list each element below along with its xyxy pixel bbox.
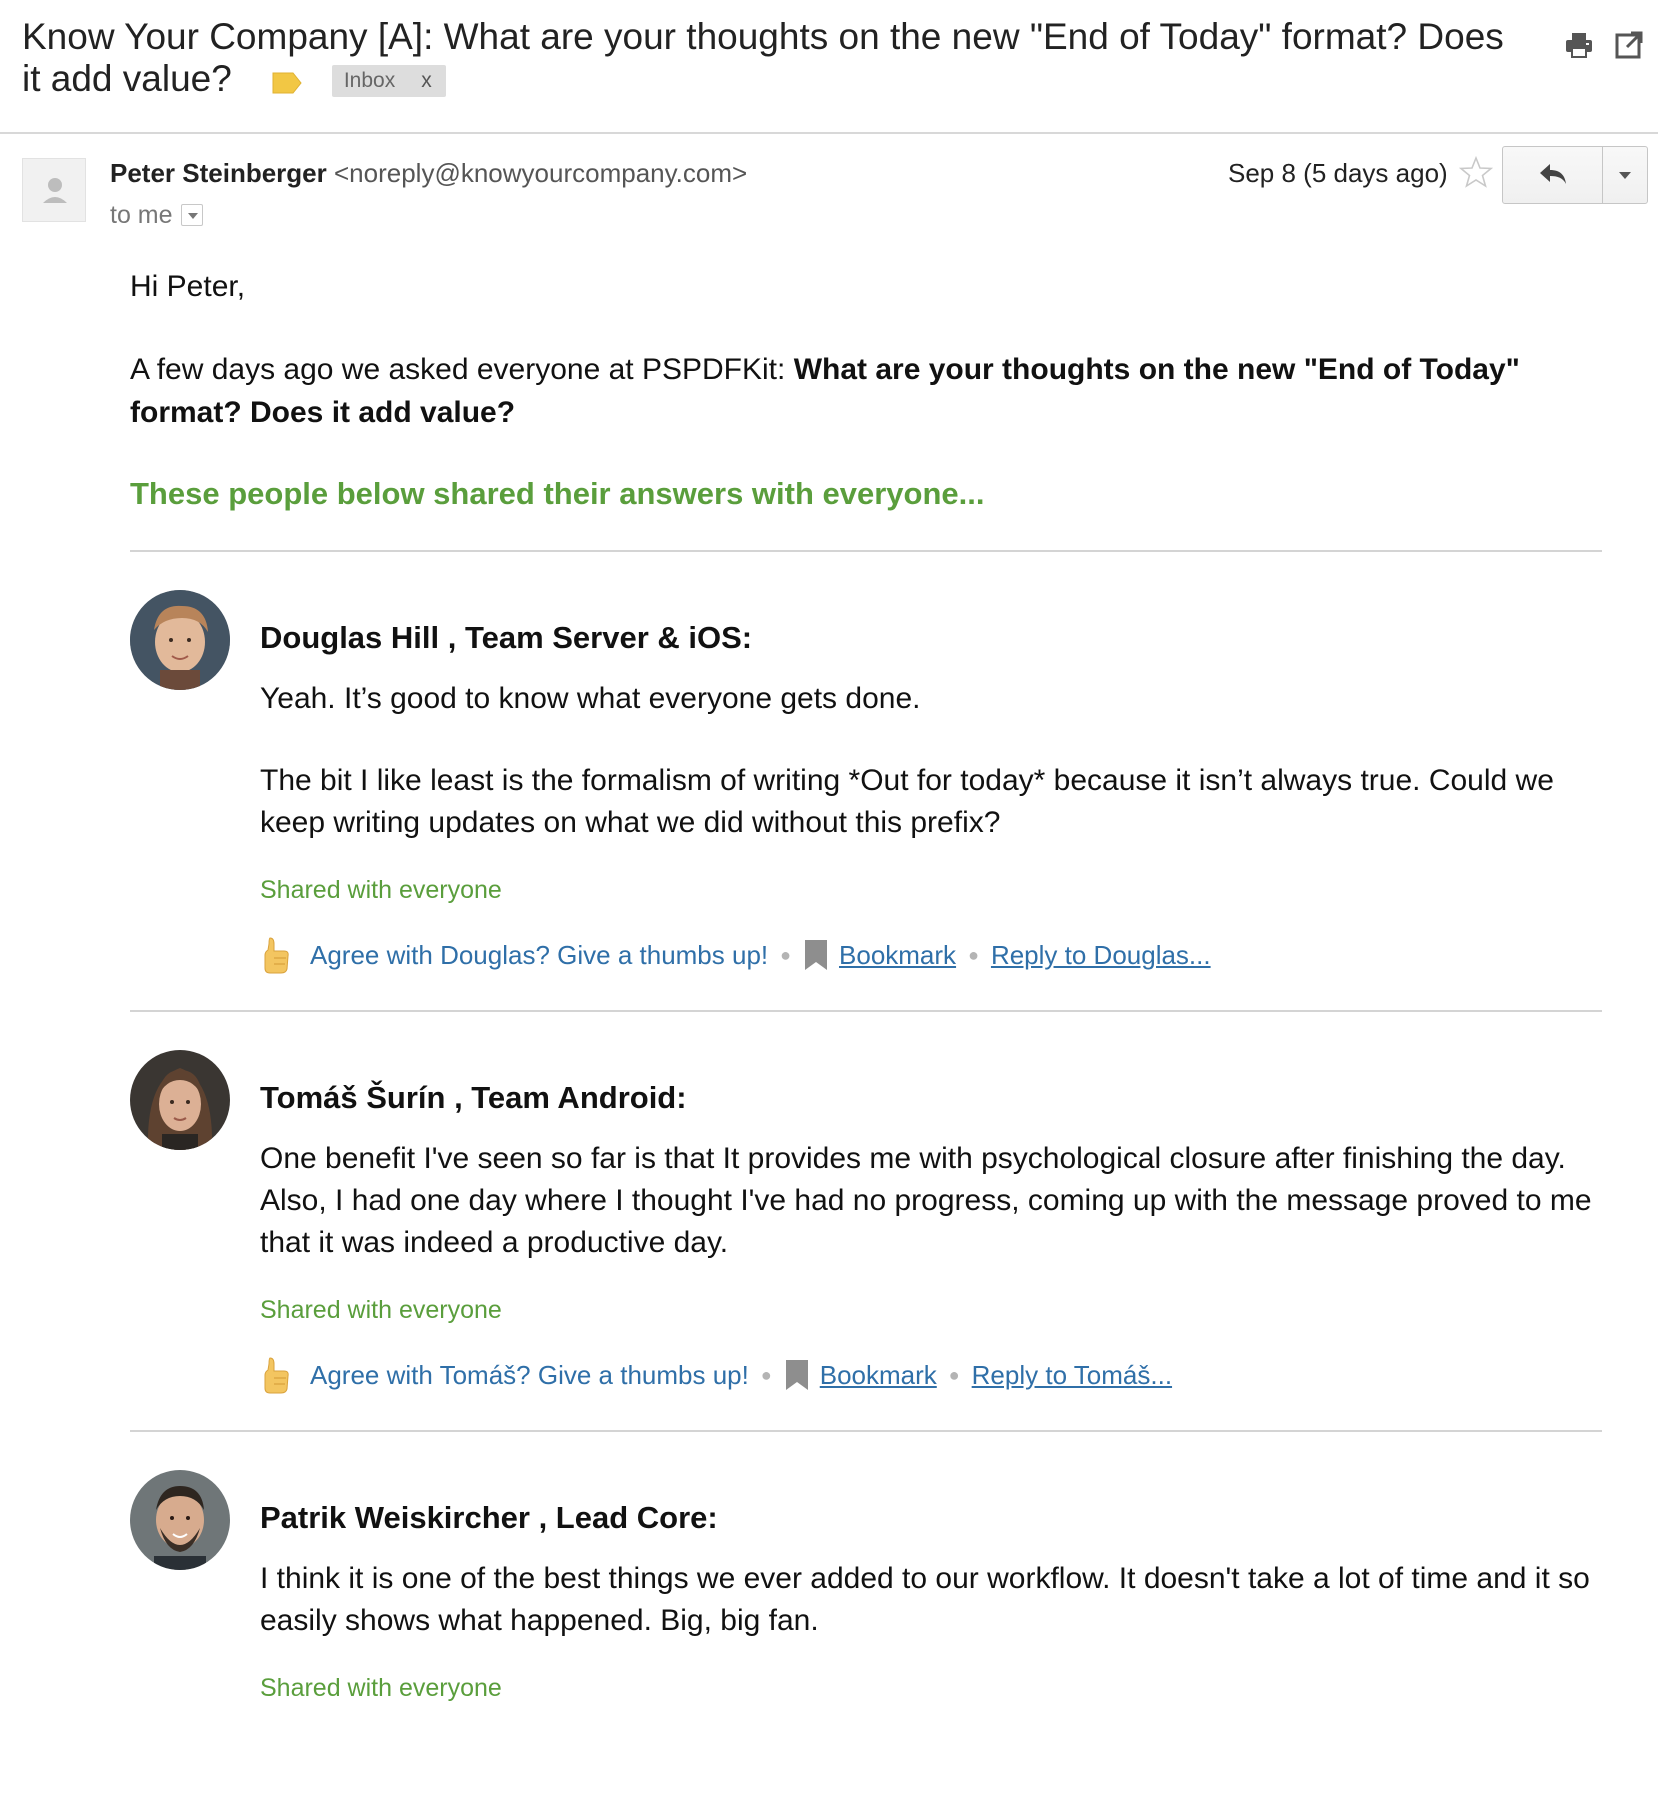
thumbs-up-link[interactable]: Agree with Douglas? Give a thumbs up! [310, 938, 768, 972]
bookmark-link[interactable]: Bookmark [820, 1358, 937, 1392]
intro-paragraph: A few days ago we asked everyone at PSPD… [130, 348, 1602, 434]
thumbs-up-link[interactable]: Agree with Tomáš? Give a thumbs up! [310, 1358, 749, 1392]
answer-content: Douglas Hill , Team Server & iOS: Yeah. … [260, 590, 1602, 974]
inbox-label-text: Inbox [343, 69, 396, 92]
divider [130, 1010, 1602, 1012]
separator-dot: ● [760, 1365, 772, 1385]
shared-with-everyone: Shared with everyone [260, 1296, 502, 1324]
answer-text: The bit I like least is the formalism of… [260, 764, 1554, 839]
printer-icon[interactable] [1564, 30, 1594, 60]
message-date: Sep 8 (5 days ago) [1228, 158, 1448, 188]
subject-header: Know Your Company [A]: What are your tho… [0, 0, 1658, 134]
separator-dot: ● [948, 1365, 960, 1385]
divider [130, 1430, 1602, 1432]
answer-author: Douglas Hill , Team Server & iOS: [260, 620, 753, 655]
reply-link[interactable]: Reply to Tomáš... [972, 1358, 1172, 1392]
answer-item: Douglas Hill , Team Server & iOS: Yeah. … [130, 590, 1602, 974]
recipient-line: to me [110, 198, 203, 232]
separator-dot: ● [780, 945, 792, 965]
sender-avatar[interactable] [22, 158, 86, 222]
separator-dot: ● [968, 945, 979, 965]
thumbs-up-icon[interactable] [260, 1356, 292, 1394]
thumbs-up-icon[interactable] [260, 936, 292, 974]
inbox-label-chip[interactable]: Inbox x [331, 65, 446, 97]
greeting: Hi Peter, [130, 270, 246, 303]
sender-email: <noreply@knowyourcompany.com> [333, 158, 748, 188]
subject-line: Know Your Company [A]: What are your tho… [22, 16, 1522, 100]
reply-button[interactable] [1503, 147, 1603, 203]
reply-link[interactable]: Reply to Douglas... [991, 938, 1211, 972]
bookmark-icon[interactable] [784, 1359, 810, 1391]
reply-arrow-icon [1540, 164, 1566, 184]
answer-text: One benefit I've seen so far is that It … [260, 1142, 1592, 1259]
bookmark-link[interactable]: Bookmark [839, 938, 956, 972]
shared-with-everyone: Shared with everyone [260, 1674, 502, 1702]
answer-content: Tomáš Šurín , Team Android: One benefit … [260, 1050, 1602, 1394]
answer-author: Tomáš Šurín , Team Android: [260, 1080, 687, 1115]
new-window-icon[interactable] [1614, 30, 1644, 60]
important-label-icon[interactable] [272, 72, 302, 94]
message-body: Hi Peter, A few days ago we asked everyo… [130, 262, 1602, 1704]
person-icon [43, 178, 67, 203]
answer-item: Patrik Weiskircher , Lead Core: I think … [130, 1470, 1602, 1704]
answer-text: Yeah. It’s good to know what everyone ge… [260, 682, 921, 715]
shared-with-everyone: Shared with everyone [260, 876, 502, 904]
recipient-details-dropdown[interactable] [180, 204, 203, 226]
avatar[interactable] [130, 1470, 230, 1570]
shared-heading: These people below shared their answers … [130, 476, 985, 511]
answer-content: Patrik Weiskircher , Lead Core: I think … [260, 1470, 1602, 1704]
more-options-button[interactable] [1603, 147, 1647, 203]
answer-item: Tomáš Šurín , Team Android: One benefit … [130, 1050, 1602, 1394]
divider [130, 550, 1602, 552]
answer-author: Patrik Weiskircher , Lead Core: [260, 1500, 718, 1535]
avatar[interactable] [130, 590, 230, 690]
answer-actions: Agree with Tomáš? Give a thumbs up! ● Bo… [260, 1356, 1602, 1394]
answer-text: I think it is one of the best things we … [260, 1562, 1590, 1637]
avatar[interactable] [130, 1050, 230, 1150]
answer-actions: Agree with Douglas? Give a thumbs up! ● … [260, 936, 1602, 974]
sender-name[interactable]: Peter Steinberger [110, 158, 327, 188]
bookmark-icon[interactable] [803, 939, 829, 971]
recipient-text: to me [110, 201, 173, 229]
remove-label-button[interactable]: x [421, 69, 432, 92]
intro-text: A few days ago we asked everyone at PSPD… [130, 353, 794, 386]
sender-line: Peter Steinberger <noreply@knowyourcompa… [110, 156, 747, 190]
reply-button-group [1502, 146, 1648, 204]
star-icon[interactable] [1458, 155, 1494, 189]
subject-title: Know Your Company [A]: What are your tho… [22, 16, 1504, 99]
